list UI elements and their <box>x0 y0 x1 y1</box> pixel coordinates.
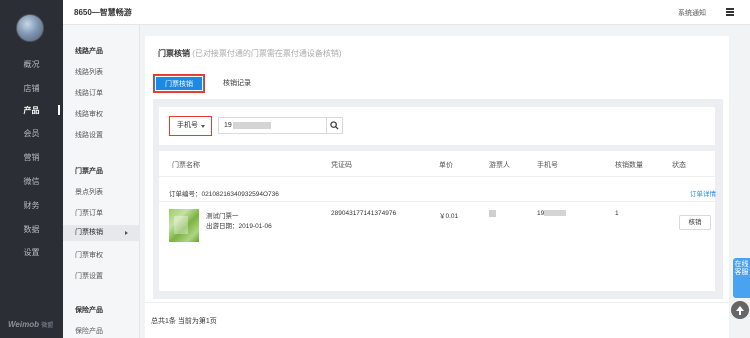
user-avatar[interactable] <box>16 14 44 42</box>
order-number: 订单编号：02108216340932594O736 <box>169 191 279 198</box>
subnav-ticket-products[interactable]: 门票产品 <box>63 164 140 180</box>
subnav-route-list[interactable]: 线路列表 <box>63 65 140 81</box>
order-detail-link[interactable]: 订单详情 <box>690 188 716 198</box>
rail-item-data[interactable]: 数据 <box>0 222 63 238</box>
subnav-route-orders[interactable]: 线路订单 <box>63 86 140 102</box>
voucher-code: 289043177141374976 <box>331 210 397 217</box>
rail-item-product[interactable]: 产品 <box>0 103 63 119</box>
online-service-button[interactable]: 在线客服 <box>733 258 750 298</box>
header-divider <box>159 176 715 177</box>
subnav-scenic-list[interactable]: 景点列表 <box>63 185 140 201</box>
order-divider <box>159 201 715 202</box>
rail-item-settings[interactable]: 设置 <box>0 245 63 261</box>
search-icon <box>330 121 339 130</box>
page-title: 门票核销 (已对接票付通的门票需在票付通设备核销) <box>158 49 342 58</box>
ticket-name: 测试门票一 <box>206 213 239 220</box>
scroll-top-icon[interactable] <box>731 301 749 319</box>
col-phone: 手机号 <box>537 162 558 169</box>
top-header: 8650—智慧畅游 系统通知 <box>63 0 750 25</box>
phone-search-input[interactable]: 19 <box>218 117 327 134</box>
orders-table: 门票名称 凭证码 单价 游票人 手机号 核销数量 状态 订单编号：0210821… <box>159 151 716 291</box>
rail-item-finance[interactable]: 财务 <box>0 198 63 214</box>
trip-date: 出游日期：2019-01-06 <box>206 223 272 230</box>
subnav-ticket-settings[interactable]: 门票设置 <box>63 269 140 285</box>
subnav-route-settings[interactable]: 线路设置 <box>63 128 140 144</box>
subnav-ticket-rights[interactable]: 门票审权 <box>63 248 140 264</box>
verify-button[interactable]: 核销 <box>679 215 711 230</box>
rail-item-wechat[interactable]: 微信 <box>0 174 63 190</box>
subnav-route-rights[interactable]: 线路审权 <box>63 107 140 123</box>
phone-number: 19 <box>537 210 567 217</box>
pagination-text: 总共1条 当前为第1页 <box>151 318 217 325</box>
verify-quantity: 1 <box>615 210 619 217</box>
pagination-bar: 总共1条 当前为第1页 <box>145 302 729 338</box>
search-type-select[interactable]: 手机号 <box>169 116 212 136</box>
subnav-insurance-list[interactable]: 保险产品 <box>63 324 140 338</box>
hamburger-menu-icon[interactable] <box>726 8 734 16</box>
subnav-ticket-verify[interactable]: 门票核销 <box>63 225 140 241</box>
col-voucher: 凭证码 <box>331 162 352 169</box>
brand-logo: Weimob 微盟 <box>8 320 54 329</box>
col-price: 单价 <box>439 162 453 169</box>
col-quantity: 核销数量 <box>615 162 643 169</box>
app-title: 8650—智慧畅游 <box>74 8 132 17</box>
ticket-thumbnail <box>169 209 199 242</box>
unit-price: ￥0.01 <box>439 213 459 220</box>
tab-ticket-verify[interactable]: 门票核销 <box>153 74 205 93</box>
system-notice-link[interactable]: 系统通知 <box>678 8 706 18</box>
rail-item-store[interactable]: 店铺 <box>0 81 63 97</box>
rail-item-member[interactable]: 会员 <box>0 126 63 142</box>
rail-item-overview[interactable]: 概况 <box>0 57 63 73</box>
subnav-route-products[interactable]: 线路产品 <box>63 44 140 60</box>
main-panel: 门票核销 (已对接票付通的门票需在票付通设备核销) 门票核销 核销记录 手机号 … <box>145 36 729 338</box>
page-subtitle: (已对接票付通的门票需在票付通设备核销) <box>192 49 342 58</box>
secondary-nav: 线路产品 线路列表 线路订单 线路审权 线路设置 门票产品 景点列表 门票订单 … <box>63 25 140 338</box>
col-status: 状态 <box>672 162 686 169</box>
subnav-insurance-products[interactable]: 保险产品 <box>63 303 140 319</box>
main-sidebar: 概况 店铺 产品 会员 营销 微信 财务 数据 设置 Weimob 微盟 <box>0 0 63 338</box>
search-panel: 手机号 19 <box>159 107 715 145</box>
subnav-ticket-orders[interactable]: 门票订单 <box>63 206 140 222</box>
rail-item-marketing[interactable]: 营销 <box>0 150 63 166</box>
visitor-name <box>489 210 496 217</box>
content-area: 手机号 19 门票名称 凭证码 单价 游票人 手机号 核销数量 状态 订单编号：… <box>153 99 723 299</box>
search-button[interactable] <box>327 117 343 134</box>
active-indicator <box>58 105 60 115</box>
col-ticket-name: 门票名称 <box>172 162 200 169</box>
redacted-text <box>232 121 271 129</box>
col-visitor: 游票人 <box>489 162 510 169</box>
tab-verify-records[interactable]: 核销记录 <box>217 74 257 93</box>
